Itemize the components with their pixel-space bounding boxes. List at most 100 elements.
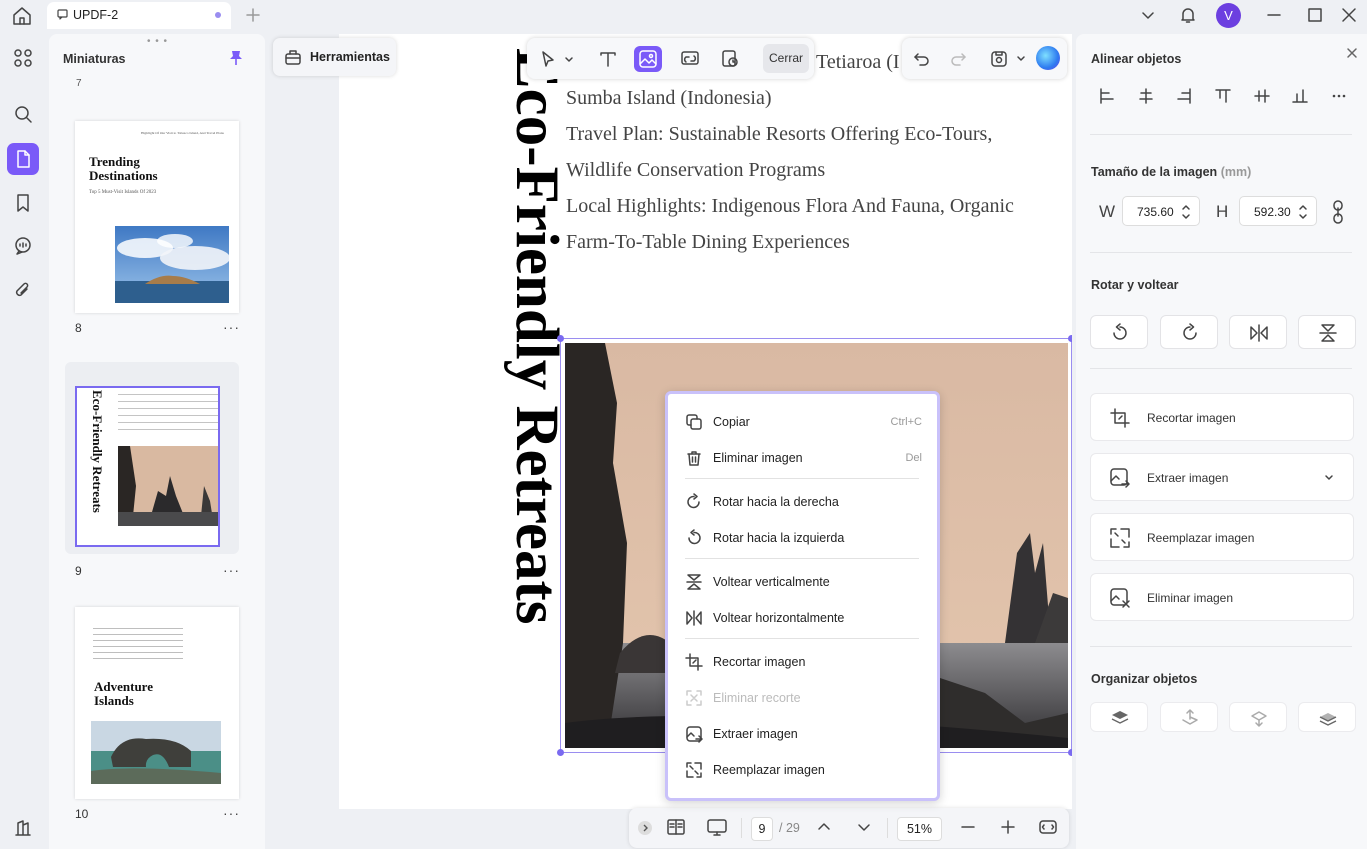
extract-image-button[interactable]: Extraer imagen — [1090, 453, 1354, 501]
menu-copy[interactable]: Copiar Ctrl+C — [682, 408, 922, 436]
align-bottom-icon[interactable] — [1291, 87, 1309, 105]
collapse-icon[interactable] — [637, 820, 653, 836]
zoom-input[interactable]: 51% — [897, 817, 942, 841]
close-edit-button[interactable]: Cerrar — [763, 44, 809, 73]
rail-bookmarks[interactable] — [7, 187, 39, 219]
copy-icon — [686, 414, 702, 430]
lock-ratio-icon[interactable] — [1331, 199, 1345, 225]
send-backward-button[interactable] — [1229, 702, 1287, 732]
rail-attachments[interactable] — [7, 275, 39, 307]
bring-forward-button[interactable] — [1160, 702, 1218, 732]
menu-label: Copiar — [713, 415, 750, 429]
rail-layers[interactable] — [7, 812, 39, 844]
ai-assistant-icon[interactable] — [1036, 46, 1060, 70]
text-tool[interactable] — [594, 46, 622, 72]
chevron-down-icon[interactable] — [1016, 54, 1026, 64]
menu-flip-vertical[interactable]: Voltear verticalmente — [682, 568, 922, 596]
rotate-left-button[interactable] — [1090, 315, 1148, 349]
bring-to-front-icon — [1111, 711, 1129, 724]
stamp-tool[interactable] — [716, 46, 744, 72]
extract-image-icon — [1110, 468, 1130, 488]
stepper-icon[interactable] — [1298, 203, 1308, 221]
thumbnail-more-button[interactable]: ··· — [223, 562, 240, 578]
close-icon[interactable] — [1346, 47, 1358, 59]
bring-to-front-button[interactable] — [1090, 702, 1148, 732]
thumbnail-more-button[interactable]: ··· — [223, 805, 240, 821]
avatar[interactable]: V — [1216, 3, 1241, 28]
rail-comments[interactable] — [7, 230, 39, 262]
menu-rotate-right[interactable]: Rotar hacia la derecha — [682, 488, 922, 516]
chevron-up-icon[interactable] — [816, 817, 832, 837]
crop-image-button[interactable]: Recortar imagen — [1090, 393, 1354, 441]
align-right-icon[interactable] — [1175, 87, 1193, 105]
menu-flip-horizontal[interactable]: Voltear horizontalmente — [682, 604, 922, 632]
menu-extract-image[interactable]: Extraer imagen — [682, 720, 922, 748]
thumbnail-page-8[interactable]: Highlight Of Our Visit to Tabasco Island… — [75, 121, 239, 313]
resize-handle[interactable] — [1068, 335, 1072, 342]
minimize-icon[interactable] — [1266, 7, 1282, 23]
chevron-down-icon[interactable] — [1140, 7, 1156, 23]
align-center-horizontal-icon[interactable] — [1137, 87, 1155, 105]
zoom-in-icon[interactable] — [999, 817, 1017, 837]
close-icon[interactable] — [1341, 7, 1357, 23]
bell-icon[interactable] — [1178, 5, 1198, 25]
height-input[interactable]: 592.30 — [1239, 196, 1317, 226]
delete-image-button[interactable]: Eliminar imagen — [1090, 573, 1354, 621]
chevron-down-icon[interactable] — [564, 55, 574, 65]
flip-horizontal-button[interactable] — [1229, 315, 1287, 349]
tools-button[interactable]: Herramientas — [273, 38, 396, 76]
home-icon[interactable] — [11, 5, 33, 27]
menu-label: Extraer imagen — [713, 727, 798, 741]
panel-drag-handle[interactable]: • • • — [147, 36, 168, 47]
menu-delete-image[interactable]: Eliminar imagen Del — [682, 444, 922, 472]
pin-icon[interactable] — [229, 50, 243, 66]
thumb-arch-image — [91, 721, 221, 784]
separator — [887, 818, 888, 838]
chevron-down-icon[interactable] — [1323, 472, 1335, 484]
chevron-down-icon[interactable] — [856, 817, 872, 837]
menu-remove-crop[interactable]: Eliminar recorte — [682, 684, 922, 712]
menu-crop-image[interactable]: Recortar imagen — [682, 648, 922, 676]
rail-pages[interactable] — [7, 143, 39, 175]
link-tool[interactable] — [676, 46, 704, 72]
maximize-icon[interactable] — [1307, 7, 1323, 23]
thumbnail-page-10[interactable]: Adventure Islands — [75, 607, 239, 799]
presentation-icon[interactable] — [706, 817, 728, 837]
align-left-icon[interactable] — [1098, 87, 1116, 105]
page-number-input[interactable]: 9 — [751, 817, 773, 841]
select-tool[interactable] — [534, 46, 562, 72]
new-tab-icon[interactable] — [244, 6, 262, 24]
menu-shortcut: Ctrl+C — [890, 416, 922, 428]
more-icon[interactable] — [1330, 87, 1348, 105]
divider — [1090, 646, 1352, 647]
trash-icon — [687, 451, 701, 466]
rotate-right-button[interactable] — [1160, 315, 1218, 349]
image-tool[interactable] — [634, 46, 662, 72]
align-middle-icon[interactable] — [1253, 87, 1271, 105]
resize-handle[interactable] — [557, 749, 564, 756]
fit-page-icon[interactable] — [1038, 817, 1058, 837]
document-tab[interactable]: UPDF-2 — [47, 2, 231, 29]
width-input[interactable]: 735.60 — [1122, 196, 1200, 226]
thumbnail-more-button[interactable]: ··· — [223, 319, 240, 335]
menu-rotate-left[interactable]: Rotar hacia la izquierda — [682, 524, 922, 552]
menu-replace-image[interactable]: Reemplazar imagen — [682, 756, 922, 784]
thumbnail-number-prev: 7 — [76, 78, 82, 89]
save-icon[interactable] — [989, 49, 1009, 69]
thumbnail-page-9[interactable]: Eco-Friendly Retreats — [75, 386, 220, 547]
replace-image-icon — [1110, 528, 1130, 548]
stepper-icon[interactable] — [1181, 203, 1191, 221]
redo-icon[interactable] — [949, 50, 967, 68]
flip-vertical-button[interactable] — [1298, 315, 1356, 349]
resize-handle[interactable] — [557, 335, 564, 342]
book-view-icon[interactable] — [666, 817, 686, 837]
align-top-icon[interactable] — [1214, 87, 1232, 105]
zoom-out-icon[interactable] — [959, 817, 977, 837]
replace-image-button[interactable]: Reemplazar imagen — [1090, 513, 1354, 561]
resize-handle[interactable] — [1068, 749, 1072, 756]
send-to-back-button[interactable] — [1298, 702, 1356, 732]
undo-icon[interactable] — [913, 50, 931, 68]
rail-thumbnails-grid[interactable] — [7, 42, 39, 74]
action-label: Eliminar imagen — [1147, 591, 1234, 605]
rail-search[interactable] — [7, 98, 39, 130]
